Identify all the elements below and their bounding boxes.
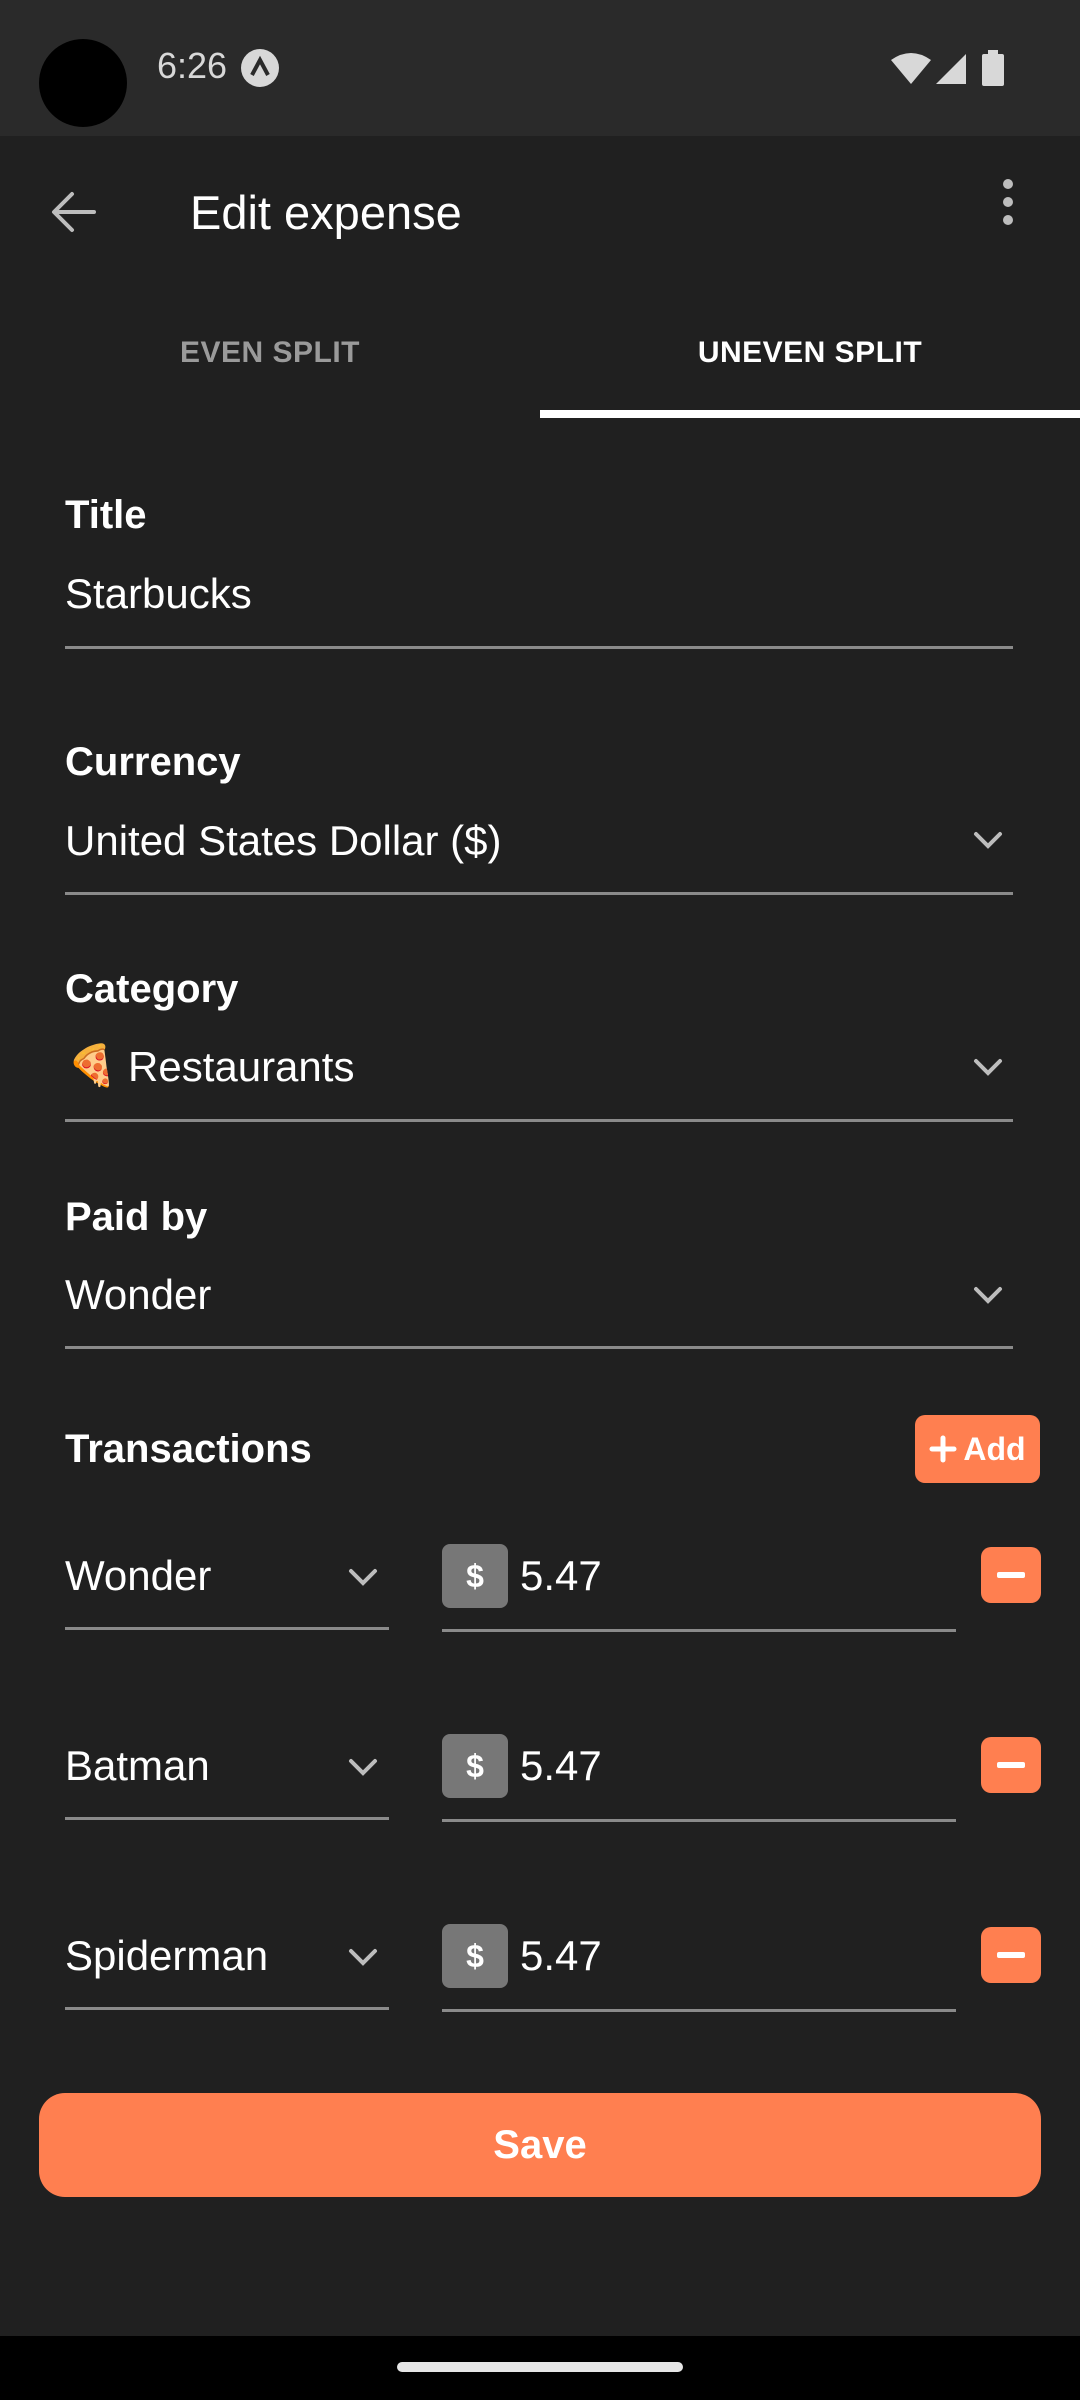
plus-icon [929, 1435, 957, 1463]
currency-underline [65, 892, 1013, 895]
title-underline [65, 646, 1013, 649]
currency-symbol-badge: $ [442, 1924, 508, 1988]
signal-icon [936, 54, 966, 84]
pizza-icon: 🍕 [67, 1044, 117, 1088]
minus-icon [997, 1952, 1025, 1958]
currency-symbol-badge: $ [442, 1544, 508, 1608]
person-underline [65, 2007, 389, 2010]
chevron-down-icon[interactable] [970, 1283, 1006, 1307]
transaction-person-select[interactable]: Spiderman [65, 1932, 268, 1980]
category-label: Category [65, 967, 239, 1011]
chevron-down-icon[interactable] [970, 1055, 1006, 1079]
add-button-label: Add [963, 1430, 1026, 1467]
transaction-person-select[interactable]: Batman [65, 1742, 210, 1790]
amount-underline [442, 2009, 956, 2012]
save-button[interactable]: Save [39, 2093, 1041, 2197]
minus-icon [997, 1762, 1025, 1768]
camera-cutout [39, 39, 127, 127]
transaction-amount-input[interactable]: 5.47 [520, 1742, 602, 1790]
title-input[interactable]: Starbucks [65, 570, 252, 618]
person-underline [65, 1817, 389, 1820]
transaction-amount-input[interactable]: 5.47 [520, 1552, 602, 1600]
add-transaction-button[interactable]: Add [915, 1415, 1040, 1483]
chevron-down-icon[interactable] [345, 1755, 381, 1779]
home-handle[interactable] [397, 2362, 683, 2372]
more-options-icon[interactable] [990, 176, 1026, 232]
remove-transaction-button[interactable] [981, 1927, 1041, 1983]
paid-by-label: Paid by [65, 1195, 208, 1239]
minus-icon [997, 1572, 1025, 1578]
title-label: Title [65, 493, 147, 537]
category-underline [65, 1119, 1013, 1122]
currency-symbol-badge: $ [442, 1734, 508, 1798]
chevron-down-icon[interactable] [970, 828, 1006, 852]
wifi-icon [891, 53, 931, 84]
app-bar [0, 136, 1080, 296]
tab-indicator [540, 410, 1080, 418]
page-title: Edit expense [190, 186, 462, 239]
paid-by-select[interactable]: Wonder [65, 1271, 211, 1319]
paid-by-underline [65, 1346, 1013, 1349]
amount-underline [442, 1629, 956, 1632]
back-arrow-icon[interactable] [46, 184, 102, 240]
chevron-down-icon[interactable] [345, 1565, 381, 1589]
remove-transaction-button[interactable] [981, 1547, 1041, 1603]
currency-label: Currency [65, 740, 241, 784]
chevron-down-icon[interactable] [345, 1945, 381, 1969]
amount-underline [442, 1819, 956, 1822]
person-underline [65, 1627, 389, 1630]
transactions-label: Transactions [65, 1427, 312, 1471]
tab-even-split[interactable]: EVEN SPLIT [0, 336, 540, 370]
transaction-amount-input[interactable]: 5.47 [520, 1932, 602, 1980]
category-select[interactable]: Restaurants [128, 1043, 354, 1091]
status-time: 6:26 [157, 45, 228, 86]
currency-select[interactable]: United States Dollar ($) [65, 817, 502, 865]
battery-icon [982, 50, 1004, 86]
transaction-person-select[interactable]: Wonder [65, 1552, 211, 1600]
notification-icon [241, 49, 279, 87]
tab-uneven-split[interactable]: UNEVEN SPLIT [540, 336, 1080, 370]
remove-transaction-button[interactable] [981, 1737, 1041, 1793]
